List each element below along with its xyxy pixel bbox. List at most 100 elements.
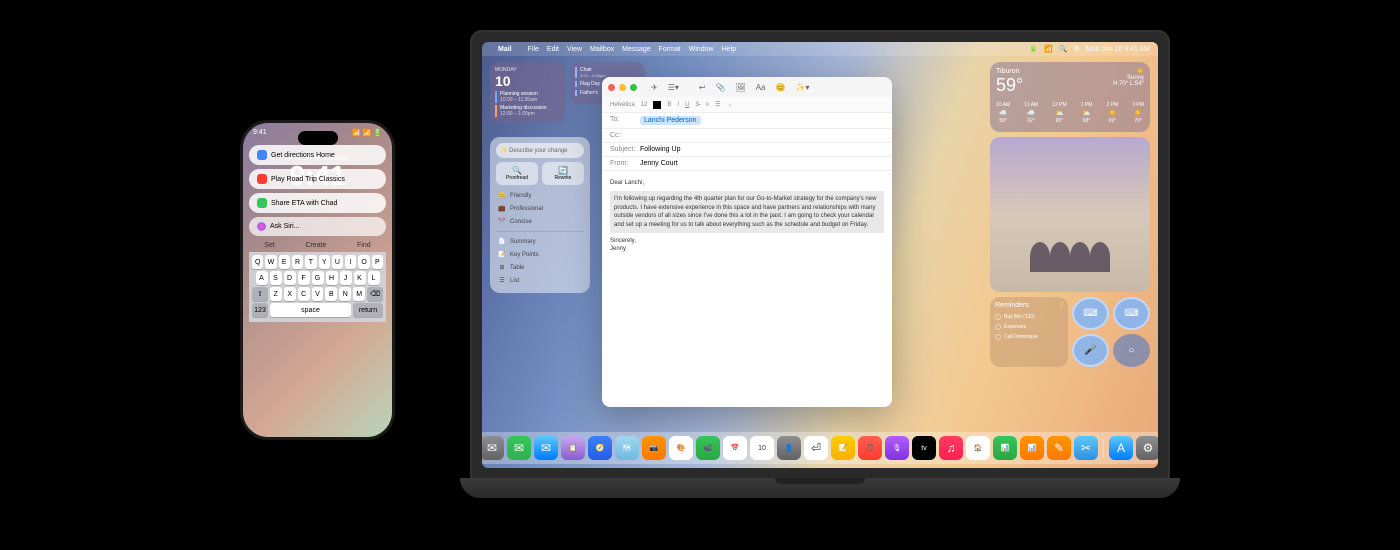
search-icon[interactable]: 🔍 <box>1059 45 1068 53</box>
kbd-suggestion[interactable]: Set <box>264 242 275 249</box>
siri-suggestion[interactable]: Get directions Home <box>249 145 386 165</box>
dock-app-icon[interactable]: ✉ <box>482 436 504 460</box>
control-button-2[interactable]: ⌨ <box>1113 297 1150 330</box>
menu-item[interactable]: Format <box>659 46 681 53</box>
key[interactable]: M <box>353 287 365 301</box>
dock-app-icon[interactable]: 🎨 <box>669 436 693 460</box>
weather-widget[interactable]: Tiburon 59° ☀️ Sunny H:70° L:54° 10 AM☁️… <box>990 62 1150 132</box>
dock-app-icon[interactable]: 📊 <box>1020 436 1044 460</box>
reminder-checkbox[interactable] <box>995 334 1001 340</box>
dock-app-icon[interactable]: 🎙 <box>885 436 909 460</box>
writing-action-option[interactable]: 📄Summary <box>496 235 584 248</box>
dock-app-icon[interactable]: ✎ <box>1047 436 1071 460</box>
calendar-event[interactable]: Planning session10:00 – 11:30am <box>495 91 560 103</box>
dock-app-icon[interactable]: ♫ <box>939 436 963 460</box>
dock-app-icon[interactable]: 🏠 <box>966 436 990 460</box>
strike-icon[interactable]: S̶ <box>695 102 699 108</box>
header-icon[interactable]: ☰▾ <box>668 83 679 92</box>
delete-key[interactable]: ⌫ <box>367 287 383 301</box>
dock-app-icon[interactable]: 📹 <box>696 436 720 460</box>
key[interactable]: C <box>298 287 310 301</box>
dock-app-icon[interactable]: 📷 <box>642 436 666 460</box>
key[interactable]: U <box>332 255 343 269</box>
key[interactable]: L <box>368 271 380 285</box>
control-button-3[interactable]: 🎤 <box>1072 334 1109 367</box>
dock-app-icon[interactable]: 🎵 <box>858 436 882 460</box>
writing-action-option[interactable]: ☰List <box>496 274 584 287</box>
key[interactable]: G <box>312 271 324 285</box>
list-icon[interactable]: ☰ <box>715 101 720 108</box>
italic-icon[interactable]: I <box>677 102 679 108</box>
indent-icon[interactable]: → <box>726 102 732 108</box>
mail-titlebar[interactable]: ✈ ☰▾ ↩ 📎 🖼 Aa 😊 ✨▾ <box>602 77 892 97</box>
reminder-item[interactable]: Call Dominique <box>995 332 1063 342</box>
dock-app-icon[interactable]: 📅 <box>723 436 747 460</box>
reminders-widget[interactable]: Reminders 3 Buy film (120)ExpensesCall D… <box>990 297 1068 367</box>
reply-icon[interactable]: ↩ <box>699 83 706 92</box>
dock[interactable]: ☺✉✉✉📋🧭🗺📷🎨📹📅10👤⏎📝🎵🎙tv♫🏠📊📊✎✂A⚙🗑 <box>482 432 1158 464</box>
font-name[interactable]: Helvetica <box>610 102 635 108</box>
menu-item[interactable]: Message <box>622 46 650 53</box>
dock-app-icon[interactable]: 🧭 <box>588 436 612 460</box>
menubar[interactable]: Mail FileEditViewMailboxMessageFormatWin… <box>482 42 1158 56</box>
minimize-button[interactable] <box>619 84 626 91</box>
dock-app-icon[interactable]: ⚙ <box>1136 436 1158 460</box>
menu-item[interactable]: Edit <box>547 46 559 53</box>
proofread-button[interactable]: 🔍Proofread <box>496 162 538 185</box>
battery-icon[interactable]: 🔋 <box>1029 45 1038 53</box>
kbd-suggestion[interactable]: Find <box>357 242 371 249</box>
key[interactable]: J <box>340 271 352 285</box>
dock-app-icon[interactable]: 📋 <box>561 436 585 460</box>
dock-app-icon[interactable]: tv <box>912 436 936 460</box>
key[interactable]: A <box>256 271 268 285</box>
key[interactable]: K <box>354 271 366 285</box>
writing-style-option[interactable]: ✂️Concise <box>496 215 584 228</box>
writing-tools-icon[interactable]: ✨▾ <box>795 83 809 92</box>
mail-compose-window[interactable]: ✈ ☰▾ ↩ 📎 🖼 Aa 😊 ✨▾ Helvetica 12 <box>602 77 892 407</box>
num-key[interactable]: 123 <box>252 303 268 317</box>
siri-suggestion[interactable]: Play Road Trip Classics <box>249 169 386 189</box>
bold-icon[interactable]: B <box>667 102 671 108</box>
font-size[interactable]: 12 <box>641 102 648 108</box>
key[interactable]: Q <box>252 255 263 269</box>
reminder-item[interactable]: Buy film (120) <box>995 312 1063 322</box>
menu-item[interactable]: File <box>528 46 539 53</box>
app-menu[interactable]: Mail <box>498 46 512 53</box>
dock-app-icon[interactable]: ✉ <box>534 436 558 460</box>
close-button[interactable] <box>608 84 615 91</box>
dock-app-icon[interactable]: A <box>1109 436 1133 460</box>
menu-item[interactable]: Mailbox <box>590 46 614 53</box>
attach-icon[interactable]: 📎 <box>716 83 726 92</box>
writing-tools-prompt[interactable]: ✨ Describe your change <box>496 143 584 158</box>
align-icon[interactable]: ≡ <box>705 102 709 108</box>
key[interactable]: I <box>345 255 356 269</box>
key[interactable]: Y <box>319 255 330 269</box>
wifi-icon[interactable]: 📶 <box>1044 45 1053 53</box>
emoji-icon[interactable]: 😊 <box>776 83 786 92</box>
menu-item[interactable]: Window <box>689 46 714 53</box>
calendar-event[interactable]: Marketing discussion12:00 – 1:00pm <box>495 105 560 117</box>
writing-action-option[interactable]: ⊞Table <box>496 261 584 274</box>
font-format-icon[interactable]: Aa <box>756 83 766 92</box>
photos-widget[interactable] <box>990 137 1150 292</box>
key[interactable]: V <box>312 287 324 301</box>
key[interactable]: R <box>292 255 303 269</box>
mail-format-bar[interactable]: Helvetica 12 B I U S̶ ≡ ☰ → <box>602 97 892 113</box>
menubar-datetime[interactable]: Mon Jun 10 9:41 AM <box>1086 46 1150 53</box>
dock-app-icon[interactable]: 10 <box>750 436 774 460</box>
space-key[interactable]: space <box>270 303 351 317</box>
control-button-1[interactable]: ⌨ <box>1072 297 1109 330</box>
key[interactable]: D <box>284 271 296 285</box>
mail-subject-field[interactable]: Subject: Following Up <box>602 143 892 157</box>
key[interactable]: T <box>305 255 316 269</box>
dock-app-icon[interactable]: 🗺 <box>615 436 639 460</box>
key[interactable]: O <box>358 255 369 269</box>
return-key[interactable]: return <box>353 303 383 317</box>
underline-icon[interactable]: U <box>685 102 689 108</box>
key[interactable]: F <box>298 271 310 285</box>
key[interactable]: X <box>284 287 296 301</box>
rewrite-button[interactable]: 🔄Rewrite <box>542 162 584 185</box>
keyboard[interactable]: QWERTYUIOPASDFGHJKL⇧ZXCVBNM⌫123spaceretu… <box>249 252 386 322</box>
shift-key[interactable]: ⇧ <box>252 287 268 301</box>
send-icon[interactable]: ✈ <box>651 83 658 92</box>
